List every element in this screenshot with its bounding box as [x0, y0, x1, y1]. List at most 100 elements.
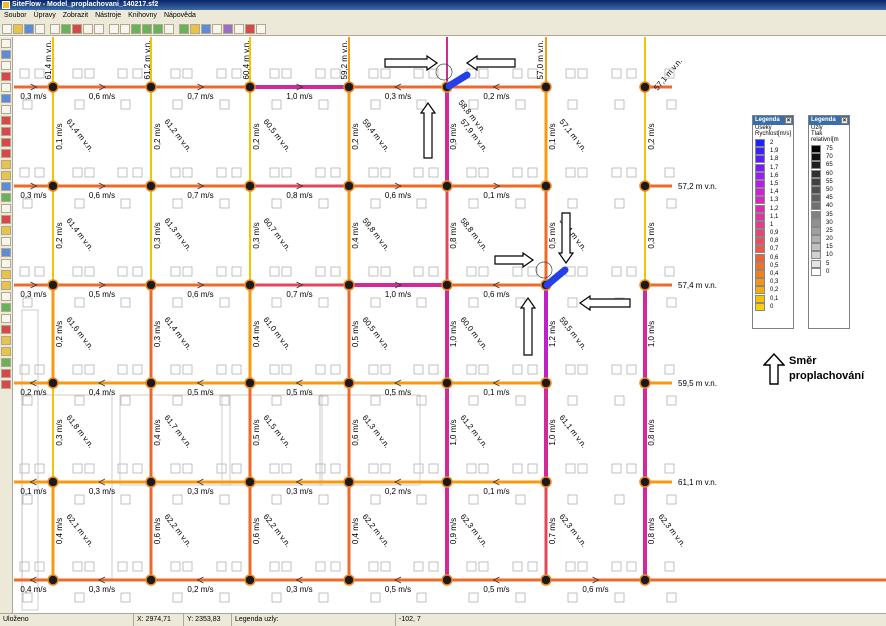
- legend-row: 1,3: [753, 196, 793, 205]
- legend-value: 0,5: [770, 262, 779, 269]
- menu-nastroje[interactable]: Nástroje: [95, 10, 121, 22]
- node-icon[interactable]: [142, 23, 152, 34]
- labels-icon[interactable]: [256, 23, 266, 34]
- pump-icon[interactable]: [179, 23, 189, 34]
- close-icon[interactable]: ×: [785, 117, 792, 124]
- tool-icon[interactable]: [1, 369, 11, 378]
- service-box: [565, 167, 576, 178]
- results-icon[interactable]: [212, 23, 222, 34]
- tool-icon[interactable]: [1, 248, 11, 257]
- menu-zobrazit[interactable]: Zobrazit: [63, 10, 88, 22]
- toolbar: [0, 22, 886, 36]
- tool-icon[interactable]: [1, 314, 11, 323]
- service-box: [120, 297, 131, 308]
- tool-icon[interactable]: [1, 127, 11, 136]
- valve-icon[interactable]: [153, 23, 163, 34]
- legend-swatch: [755, 220, 765, 229]
- tool-icon[interactable]: [1, 226, 11, 235]
- tool-icon[interactable]: [1, 72, 11, 81]
- network-node: [145, 180, 157, 192]
- velocity-label: 0,5 m/s: [483, 585, 509, 594]
- tool-icon[interactable]: [1, 116, 11, 125]
- tool-icon[interactable]: [1, 259, 11, 268]
- print-icon[interactable]: [35, 23, 45, 34]
- service-box: [72, 167, 83, 178]
- move-icon[interactable]: [120, 23, 130, 34]
- select-icon[interactable]: [109, 23, 119, 34]
- zoom-out-icon[interactable]: [72, 23, 82, 34]
- legend-row: 30: [809, 218, 849, 227]
- velocity-label: 0,3 m/s: [252, 222, 261, 248]
- close-icon[interactable]: ×: [841, 117, 848, 124]
- tool-icon[interactable]: [1, 215, 11, 224]
- legend-title[interactable]: Legenda ×: [753, 116, 793, 125]
- zoom-in-icon[interactable]: [61, 23, 71, 34]
- velocity-label: 1,0 m/s: [647, 321, 656, 347]
- pipe-icon[interactable]: [131, 23, 141, 34]
- tool-icon[interactable]: [1, 237, 11, 246]
- service-box: [611, 463, 622, 474]
- tool-icon[interactable]: [1, 347, 11, 356]
- tool-icon[interactable]: [1, 171, 11, 180]
- menu-knihovny[interactable]: Knihovny: [128, 10, 157, 22]
- service-box: [478, 167, 489, 178]
- tool-icon[interactable]: [1, 292, 11, 301]
- tool-icon[interactable]: [1, 39, 11, 48]
- tool-icon[interactable]: [1, 303, 11, 312]
- menu-napoveda[interactable]: Nápověda: [164, 10, 196, 22]
- tool-icon[interactable]: [1, 105, 11, 114]
- legend-swatch: [755, 171, 765, 180]
- tool-icon[interactable]: [1, 61, 11, 70]
- tool-icon[interactable]: [1, 193, 11, 202]
- legend-title[interactable]: Legenda ×: [809, 116, 849, 125]
- save-icon[interactable]: [24, 23, 34, 34]
- zoom-window-icon[interactable]: [94, 23, 104, 34]
- report-icon[interactable]: [234, 23, 244, 34]
- service-box: [416, 297, 427, 308]
- velocity-label: 0,4 m/s: [252, 321, 261, 347]
- elevation-label: 59,4 m v.n.: [360, 117, 391, 153]
- velocity-label: 0,4 m/s: [153, 419, 162, 445]
- tool-icon[interactable]: [1, 83, 11, 92]
- tool-icon[interactable]: [1, 358, 11, 367]
- legend-pressure[interactable]: Legenda × Uzly Tlak relativní[m 75 70 65 60…: [808, 115, 850, 329]
- menu-soubor[interactable]: Soubor: [4, 10, 27, 22]
- tool-icon[interactable]: [1, 325, 11, 334]
- tool-icon[interactable]: [1, 182, 11, 191]
- new-icon[interactable]: [2, 23, 12, 34]
- tool-icon[interactable]: [1, 281, 11, 290]
- service-box: [22, 99, 33, 110]
- service-box: [428, 266, 439, 277]
- tool-icon[interactable]: [1, 50, 11, 59]
- velocity-label: 0,1 m/s: [548, 123, 557, 149]
- tool-icon[interactable]: [1, 94, 11, 103]
- legend-value: 1,9: [770, 148, 779, 155]
- tool-icon[interactable]: [1, 160, 11, 169]
- service-box: [72, 266, 83, 277]
- legend-value: 25: [826, 227, 833, 234]
- service-box: [614, 592, 625, 603]
- legend-swatch: [755, 179, 765, 188]
- menu-upravy[interactable]: Úpravy: [34, 10, 56, 22]
- service-box: [416, 198, 427, 209]
- calculate-icon[interactable]: [201, 23, 211, 34]
- zoom-fit-icon[interactable]: [83, 23, 93, 34]
- tool-icon[interactable]: [1, 149, 11, 158]
- legend-swatch: [755, 261, 765, 270]
- tool-icon[interactable]: [1, 204, 11, 213]
- tank-icon[interactable]: [190, 23, 200, 34]
- profile-icon[interactable]: [223, 23, 233, 34]
- service-box: [466, 364, 477, 375]
- tool-icon[interactable]: [1, 270, 11, 279]
- open-icon[interactable]: [13, 23, 23, 34]
- tool-icon[interactable]: [1, 138, 11, 147]
- legend-value: 50: [826, 186, 833, 193]
- legend-icon[interactable]: [245, 23, 255, 34]
- hydrant-icon[interactable]: [164, 23, 174, 34]
- legend-swatch: [811, 153, 821, 162]
- tool-icon[interactable]: [1, 336, 11, 345]
- zoom-icon[interactable]: [50, 23, 60, 34]
- tool-icon[interactable]: [1, 380, 11, 389]
- legend-swatch: [811, 210, 821, 219]
- legend-velocity[interactable]: Legenda × Úseky Rychlost[m/s] 2 1,9 1,8 1,7…: [752, 115, 794, 329]
